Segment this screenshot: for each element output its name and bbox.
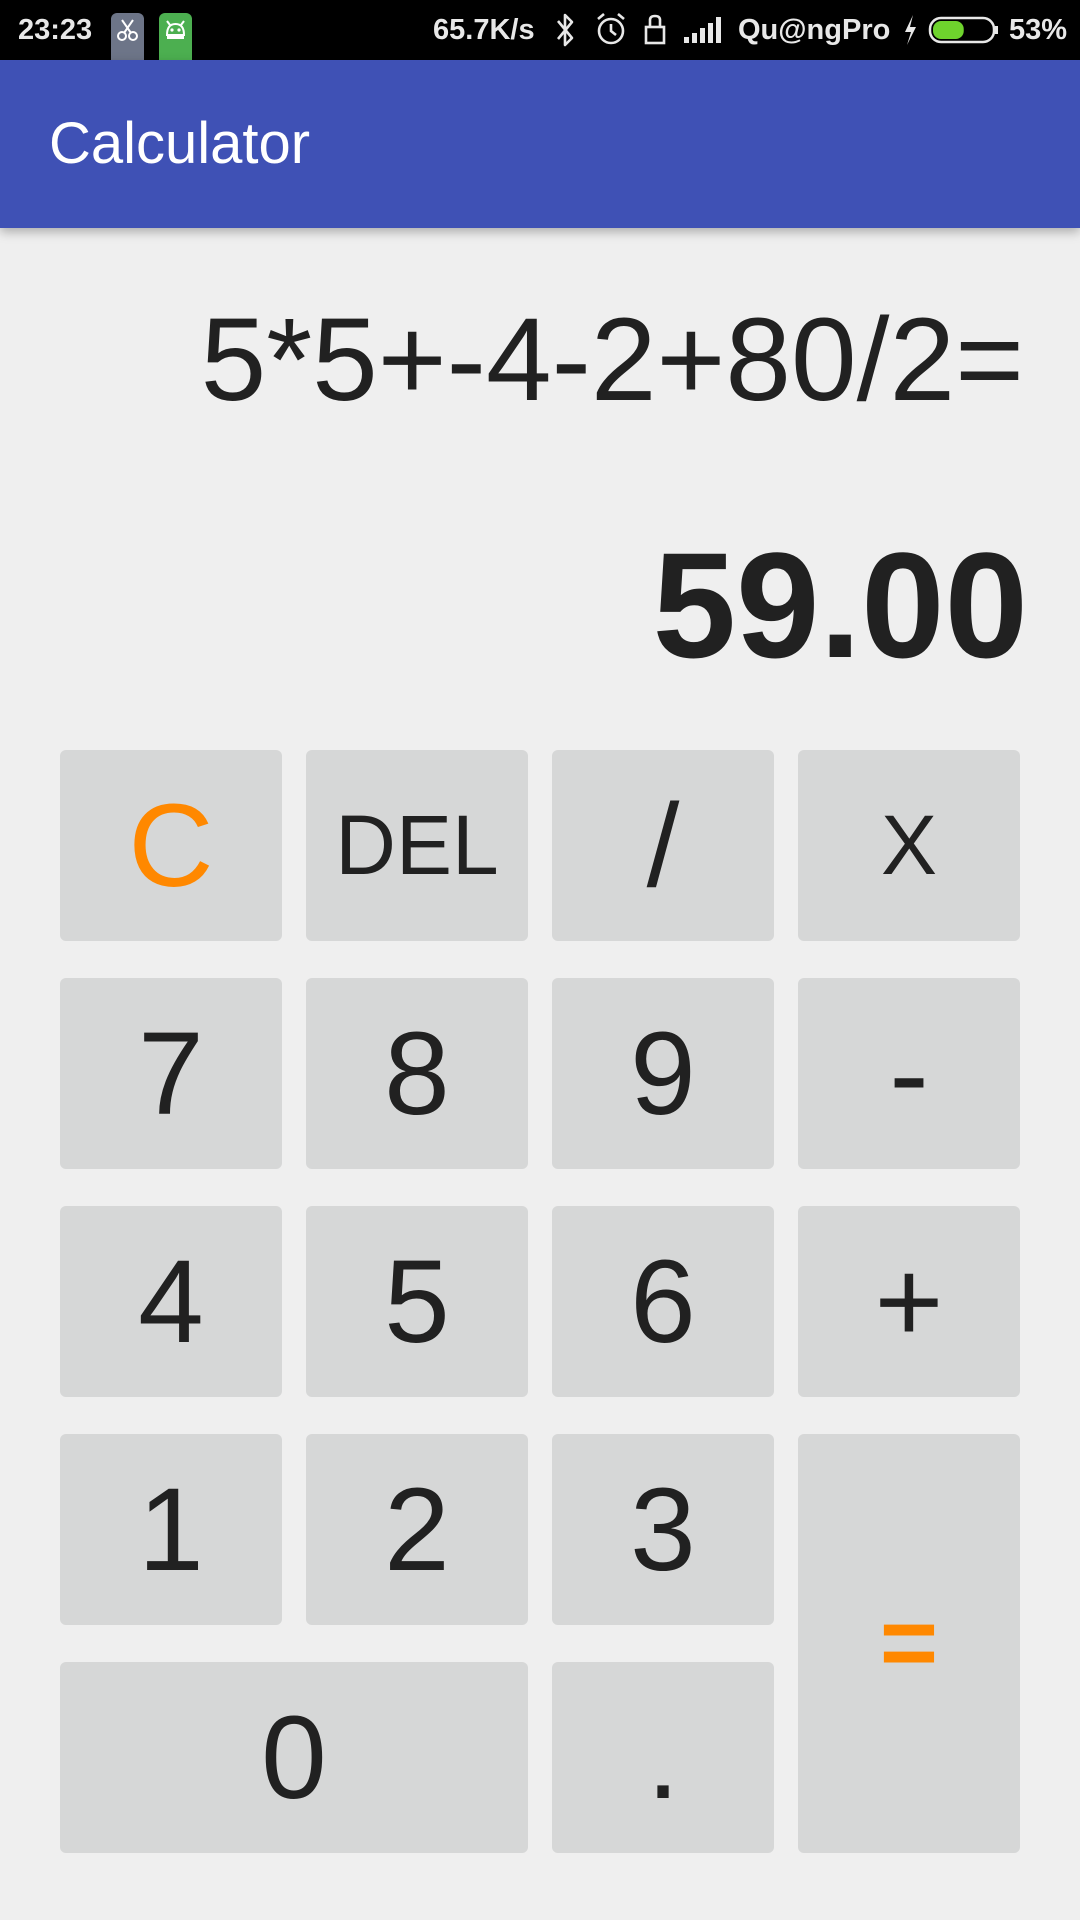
- plus-button[interactable]: +: [798, 1206, 1020, 1397]
- bluetooth-icon: [553, 0, 577, 60]
- delete-button[interactable]: DEL: [306, 750, 528, 941]
- network-speed: 65.7K/s: [433, 14, 535, 46]
- digit-9-button[interactable]: 9: [552, 978, 774, 1169]
- battery-icon: [928, 0, 1000, 60]
- digit-3-button[interactable]: 3: [552, 1434, 774, 1625]
- digit-5-button[interactable]: 5: [306, 1206, 528, 1397]
- expression-display: 5*5+-4-2+80/2=: [200, 294, 1024, 426]
- divide-button[interactable]: /: [552, 750, 774, 941]
- status-bar: 23:23 65.7K/s Qu@ngPro 53%: [0, 0, 1080, 73]
- app-bar: Calculator: [0, 60, 1080, 228]
- digit-7-button[interactable]: 7: [60, 978, 282, 1169]
- digit-4-button[interactable]: 4: [60, 1206, 282, 1397]
- multiply-button[interactable]: X: [798, 750, 1020, 941]
- status-time: 23:23: [18, 14, 93, 46]
- digit-2-button[interactable]: 2: [306, 1434, 528, 1625]
- digit-8-button[interactable]: 8: [306, 978, 528, 1169]
- digit-1-button[interactable]: 1: [60, 1434, 282, 1625]
- lock-icon: [642, 0, 668, 60]
- charging-icon: [900, 0, 920, 60]
- app-title: Calculator: [49, 111, 311, 176]
- digit-0-button[interactable]: 0: [60, 1662, 528, 1853]
- result-display: 59.00: [652, 521, 1028, 689]
- alarm-icon: [594, 0, 628, 60]
- calculator-screen: 23:23 65.7K/s Qu@ngPro 53% Calculator 5*…: [0, 0, 1080, 1920]
- carrier-name: Qu@ngPro: [738, 14, 891, 46]
- digit-6-button[interactable]: 6: [552, 1206, 774, 1397]
- signal-icon: [682, 0, 722, 60]
- equals-button[interactable]: =: [798, 1434, 1020, 1853]
- clear-button[interactable]: C: [60, 750, 282, 941]
- decimal-point-button[interactable]: .: [552, 1662, 774, 1853]
- minus-button[interactable]: -: [798, 978, 1020, 1169]
- battery-percent: 53%: [1009, 14, 1068, 46]
- keypad: C DEL / X 7 8 9 - 4 5 6 + 1 2 3 = 0 .: [60, 750, 1020, 1853]
